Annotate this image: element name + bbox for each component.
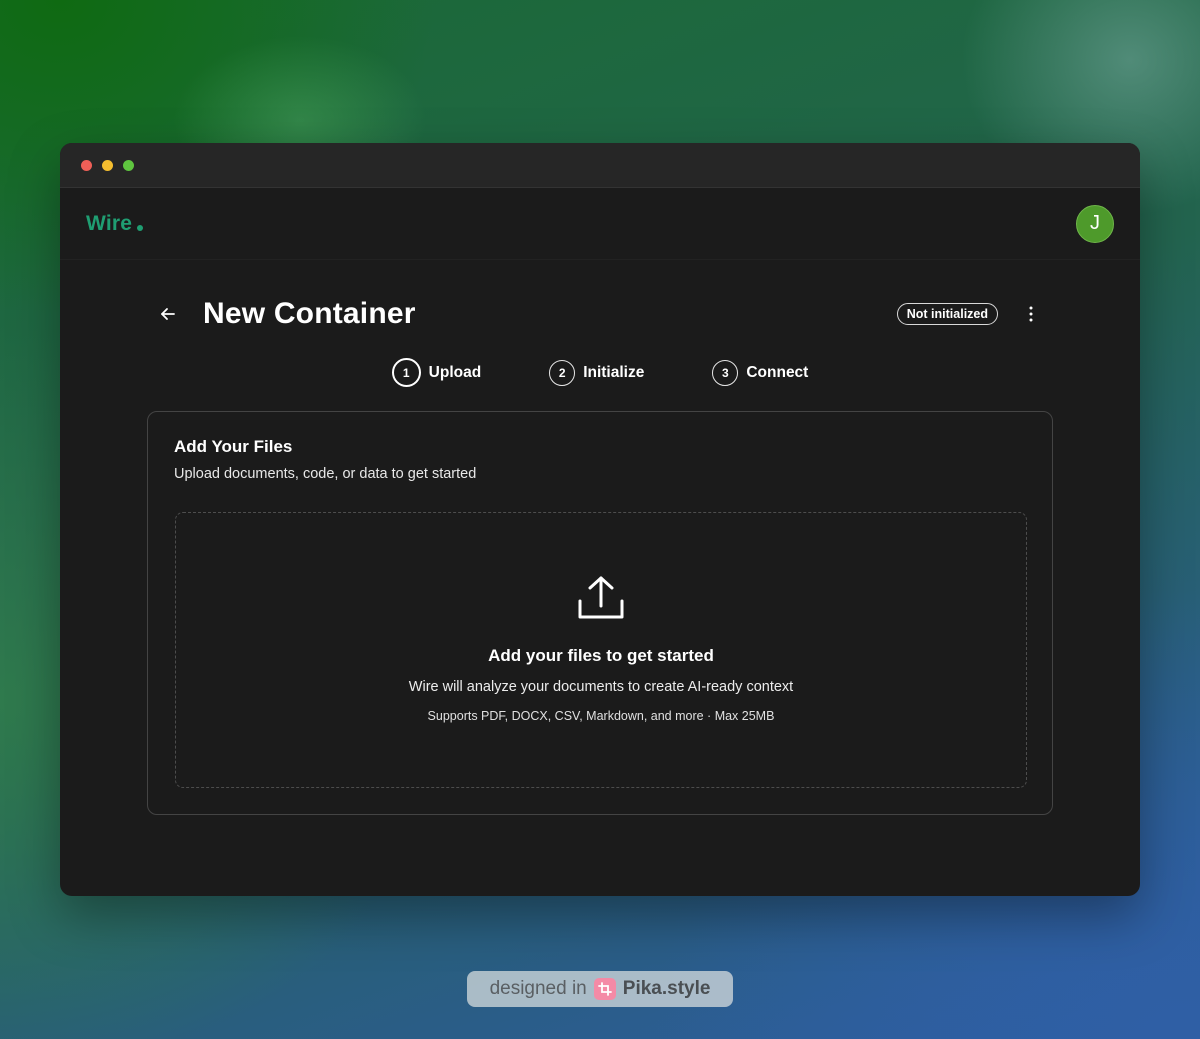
upload-icon [578, 576, 624, 619]
pika-watermark[interactable]: designed in Pika.style [467, 971, 733, 1007]
step-number: 3 [712, 359, 739, 386]
wire-logo[interactable]: Wire [86, 211, 144, 236]
arrow-left-icon [161, 308, 175, 320]
page-title: New Container [203, 297, 416, 330]
logo-dot-icon [137, 224, 144, 231]
avatar-initial: J [1090, 212, 1100, 234]
step-initialize[interactable]: 2 Initialize [549, 358, 644, 387]
window-close-button[interactable] [81, 159, 92, 171]
file-dropzone[interactable]: Add your files to get started Wire will … [175, 512, 1027, 788]
step-label: Upload [428, 363, 482, 381]
more-vertical-icon [1029, 306, 1033, 322]
logo-text: Wire [86, 211, 133, 235]
watermark-prefix: designed in [489, 978, 587, 999]
app-window: Wire J New Container Not initialized 1 U… [60, 143, 1140, 896]
app-header: Wire J [60, 188, 1140, 260]
step-label: Connect [746, 363, 809, 381]
user-avatar[interactable]: J [1076, 204, 1114, 243]
pika-logo-icon [593, 978, 616, 1000]
card-subtitle: Upload documents, code, or data to get s… [174, 466, 477, 482]
step-number: 2 [549, 359, 576, 386]
dropzone-title: Add your files to get started [488, 646, 714, 665]
upload-card: Add Your Files Upload documents, code, o… [147, 411, 1053, 815]
more-options-button[interactable] [1021, 302, 1041, 326]
status-badge: Not initialized [896, 303, 998, 325]
window-titlebar [60, 143, 1140, 188]
watermark-brand: Pika.style [622, 978, 711, 999]
stepper: 1 Upload 2 Initialize 3 Connect [60, 358, 1140, 387]
step-label: Initialize [583, 363, 645, 381]
back-button[interactable] [148, 294, 188, 334]
step-connect[interactable]: 3 Connect [712, 358, 808, 387]
page-header: New Container Not initialized [148, 293, 1052, 335]
dropzone-support-text: Supports PDF, DOCX, CSV, Markdown, and m… [427, 709, 775, 723]
card-title: Add Your Files [174, 437, 293, 456]
dropzone-description: Wire will analyze your documents to crea… [408, 679, 794, 695]
step-number: 1 [391, 358, 421, 387]
window-minimize-button[interactable] [102, 159, 113, 171]
window-maximize-button[interactable] [123, 159, 134, 171]
step-upload[interactable]: 1 Upload [391, 358, 482, 387]
